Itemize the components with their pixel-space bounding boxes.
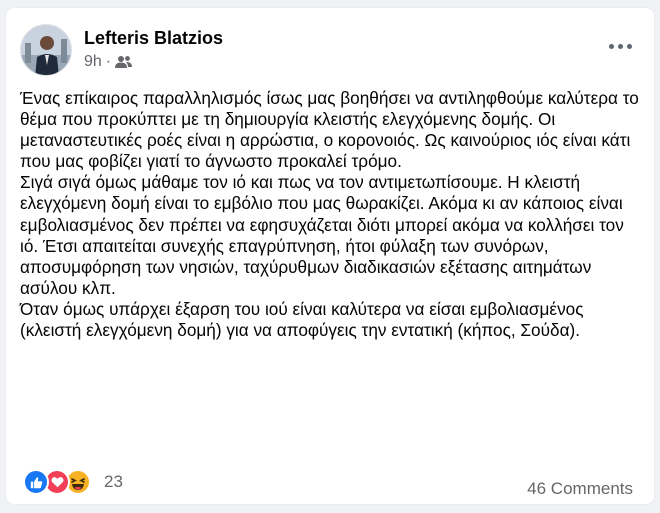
friends-icon[interactable]	[115, 55, 133, 69]
avatar[interactable]	[20, 24, 72, 76]
author-name[interactable]: Lefteris Blatzios	[84, 28, 223, 49]
post-time[interactable]: 9h	[84, 53, 102, 71]
reactions-summary[interactable]: 23	[23, 469, 123, 495]
more-options-button[interactable]	[604, 36, 636, 56]
post-paragraph: Όταν όμως υπάρχει έξαρση του ιού είναι κ…	[20, 298, 584, 341]
post-text: Ένας επίκαιρος παραλληλισμός ίσως μας βο…	[20, 88, 642, 341]
separator: ·	[105, 53, 112, 70]
post-paragraph: Ένας επίκαιρος παραλληλισμός ίσως μας βο…	[20, 88, 639, 172]
post-paragraph: Σιγά σιγά όμως μάθαμε τον ιό και πως να …	[20, 172, 624, 298]
reaction-count: 23	[104, 472, 123, 491]
more-horizontal-icon	[608, 43, 614, 49]
comments-link[interactable]: 46 Comments	[527, 479, 633, 499]
post-meta: 9h ·	[84, 53, 133, 71]
post-card: Lefteris Blatzios 9h · Ένας επίκαιρος πα…	[6, 8, 654, 504]
like-icon	[23, 469, 49, 495]
